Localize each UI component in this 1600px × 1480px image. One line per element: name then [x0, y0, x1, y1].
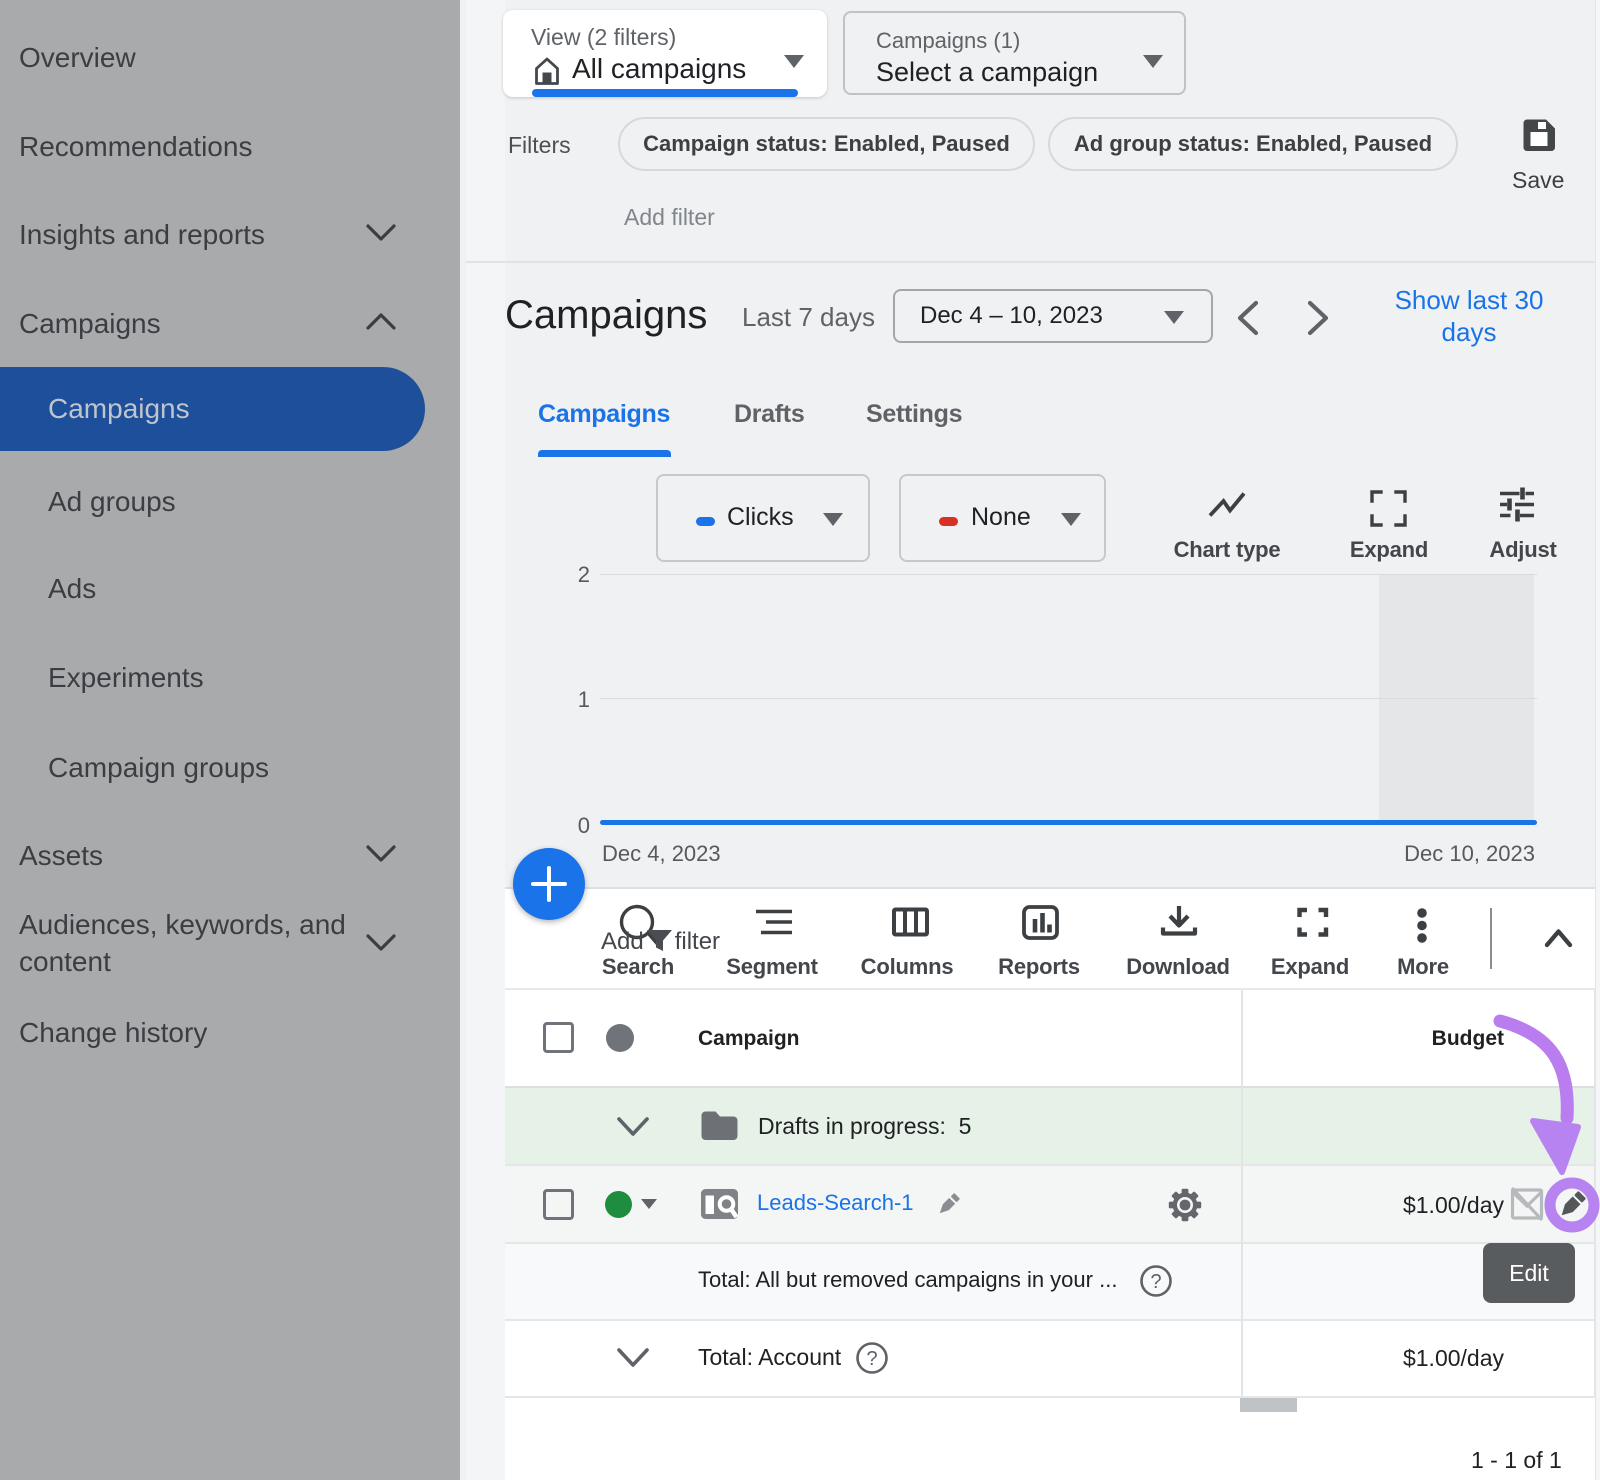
svg-text:?: ?	[1150, 1271, 1161, 1293]
svg-text:?: ?	[866, 1348, 877, 1370]
